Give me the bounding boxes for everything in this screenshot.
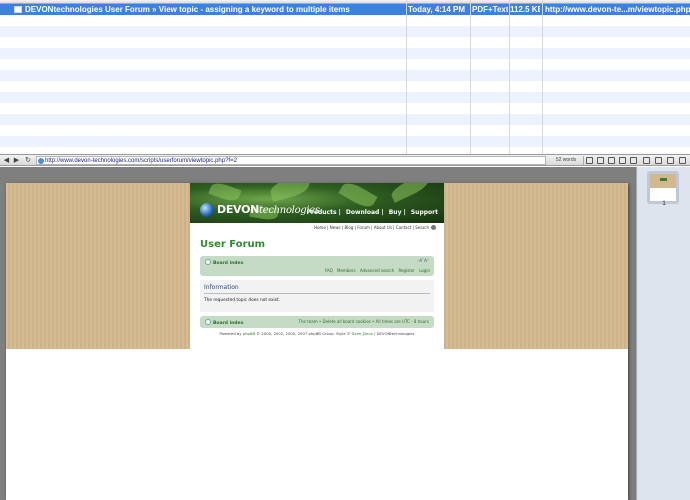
columns-icon[interactable] xyxy=(608,157,615,164)
foliage-shape xyxy=(208,183,242,204)
row-kind: PDF+Text xyxy=(472,5,508,14)
list-row[interactable] xyxy=(0,15,690,26)
foliage-shape xyxy=(388,183,432,203)
thumbnail-background xyxy=(650,174,676,188)
address-toolbar: ◀ ▶ ↻ http://www.devon-technologies.com/… xyxy=(0,154,690,166)
register-link[interactable]: Register xyxy=(398,268,414,273)
nav-products[interactable]: Products xyxy=(306,209,336,216)
list-row[interactable] xyxy=(0,37,690,48)
reload-icon[interactable]: ↻ xyxy=(24,156,32,165)
phpbb-link[interactable]: phpBB xyxy=(243,331,255,336)
back-icon[interactable]: ◀ xyxy=(3,156,10,165)
split-view-icon[interactable] xyxy=(655,157,662,164)
copyright: Powered by phpBB © 2000, 2002, 2005, 200… xyxy=(219,331,415,336)
info-message: The requested topic does not exist. xyxy=(204,298,280,303)
thumbnail-view-icon[interactable] xyxy=(667,157,674,164)
column-divider[interactable] xyxy=(470,0,471,154)
list-row[interactable] xyxy=(0,114,690,125)
page-background: DEVONtechnologies Products | Download | … xyxy=(6,183,628,349)
link-icon[interactable] xyxy=(597,157,604,164)
row-date: Today, 4:14 PM xyxy=(408,5,466,14)
list-row[interactable] xyxy=(0,48,690,59)
lock-icon[interactable] xyxy=(586,157,593,164)
document-preview[interactable]: DEVONtechnologies Products | Download | … xyxy=(0,167,636,500)
webpage-capture: DEVONtechnologies Products | Download | … xyxy=(190,183,444,349)
row-size: 112.5 KB xyxy=(510,5,540,14)
forum-title: User Forum xyxy=(200,239,266,250)
advanced-search-link[interactable]: Advanced search xyxy=(360,268,394,273)
list-row[interactable] xyxy=(0,136,690,147)
row-url: http://www.devon-te...m/viewtopic.php?f=… xyxy=(545,5,690,14)
thumbnail-banner xyxy=(660,178,667,181)
list-row[interactable] xyxy=(0,92,690,103)
forward-icon[interactable]: ▶ xyxy=(13,156,20,165)
column-divider[interactable] xyxy=(542,0,543,154)
nav-download[interactable]: Download xyxy=(346,209,379,216)
site-banner: DEVONtechnologies Products | Download | … xyxy=(190,183,444,223)
info-title: Information xyxy=(204,284,239,291)
search-icon[interactable] xyxy=(431,225,436,230)
navbar-bottom: Board index The team • Delete all board … xyxy=(200,316,434,328)
font-size-control[interactable]: –AˆA⁺ xyxy=(417,258,429,263)
list-row[interactable] xyxy=(0,81,690,92)
faq-link[interactable]: FAQ xyxy=(325,268,333,273)
sub-nav[interactable]: Home | News | Blog | Forum | About Us | … xyxy=(314,225,436,230)
info-panel: Information The requested topic does not… xyxy=(200,280,434,312)
nav-support[interactable]: Support xyxy=(411,209,438,216)
toolbar-separator xyxy=(583,156,584,165)
selected-row[interactable]: DEVONtechnologies User Forum » View topi… xyxy=(0,4,690,15)
file-list[interactable]: DEVONtechnologies User Forum » View topi… xyxy=(0,0,690,154)
members-link[interactable]: Members xyxy=(337,268,356,273)
list-row[interactable] xyxy=(0,26,690,37)
layout-icon[interactable] xyxy=(643,157,650,164)
row-title: DEVONtechnologies User Forum » View topi… xyxy=(14,4,406,15)
list-row[interactable] xyxy=(0,147,690,154)
divider xyxy=(204,293,430,294)
logo-globe-icon xyxy=(200,203,214,217)
nav-buy[interactable]: Buy xyxy=(389,209,402,216)
thumbnail-sidebar: 1 xyxy=(636,167,690,500)
list-row[interactable] xyxy=(0,59,690,70)
board-index-link-bottom[interactable]: Board index xyxy=(205,319,244,326)
list-row[interactable] xyxy=(0,103,690,114)
board-index-link[interactable]: Board index xyxy=(205,259,244,266)
sidebar-icon[interactable] xyxy=(679,157,686,164)
image-icon[interactable] xyxy=(630,157,637,164)
main-nav: Products | Download | Buy | Support xyxy=(306,209,438,216)
login-link[interactable]: Login xyxy=(419,268,430,273)
quick-links: FAQ Members Advanced search Register Log… xyxy=(322,268,430,273)
column-divider[interactable] xyxy=(509,0,510,154)
list-row[interactable] xyxy=(0,125,690,136)
footer-links[interactable]: The team • Delete all board cookies • Al… xyxy=(299,319,429,324)
style-author-link[interactable]: Salm_Deus xyxy=(352,331,373,336)
navbar-top: Board index –AˆA⁺ FAQ Members Advanced s… xyxy=(200,256,434,276)
page-icon[interactable] xyxy=(619,157,626,164)
page-number: 1 xyxy=(662,201,666,207)
word-count: 52 words xyxy=(555,157,577,163)
document-icon xyxy=(14,6,22,13)
pdf-page: DEVONtechnologies Products | Download | … xyxy=(6,183,628,500)
foliage-shape xyxy=(268,183,312,202)
column-divider[interactable] xyxy=(406,0,407,154)
globe-icon xyxy=(38,158,44,164)
foliage-shape xyxy=(338,183,378,211)
list-row[interactable] xyxy=(0,70,690,81)
page-thumbnail[interactable] xyxy=(647,171,679,204)
thumbnail-image xyxy=(650,174,676,201)
url-field[interactable]: http://www.devon-technologies.com/script… xyxy=(36,156,546,165)
